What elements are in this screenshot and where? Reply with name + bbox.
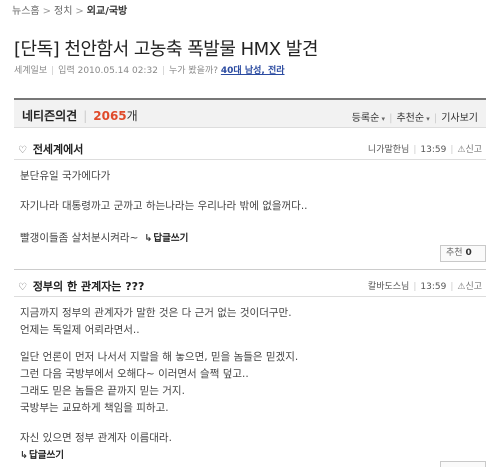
article-meta: 세계일보 | 입력 2010.05.14 02:32 | 누가 봤을까? 40대 남성,… bbox=[14, 66, 285, 76]
comment-time: 13:59 bbox=[420, 145, 447, 155]
reply-link[interactable]: ↳답글쓰기 bbox=[20, 450, 64, 461]
comment-line: 그런 다음 국방부에서 오해다~ 이러면서 슬쩍 덮고.. bbox=[20, 368, 249, 380]
article-title: [단독] 천안함서 고농축 폭발물 HMX 발견 bbox=[14, 39, 318, 60]
recommend-count: 0 bbox=[465, 248, 472, 258]
sort-by-date[interactable]: 등록순 ▾ bbox=[352, 113, 385, 124]
comment-header: ♡ 정부의 한 관계자는 ??? 칼바도스님 | 13:59 | ⚠신고 bbox=[14, 273, 486, 297]
readers-link[interactable]: 40대 남성, 전라 bbox=[221, 66, 285, 76]
comment-line: 일단 언론이 먼저 나서서 지랄을 해 놓으면, 믿을 놈들은 믿겠지. bbox=[20, 351, 299, 363]
comments-count: 2065 bbox=[93, 109, 127, 123]
comment-title: ♡ 전세계에서 bbox=[18, 143, 84, 156]
comment-line: 그래도 믿은 놈들은 끝까지 믿는 거지. bbox=[20, 385, 185, 397]
comment-header: ♡ 전세계에서 니가말한님 | 13:59 | ⚠신고 bbox=[14, 136, 486, 160]
comment-line: 분단유일 국가에다가 bbox=[20, 170, 111, 182]
speech-bubble-icon: ♡ bbox=[18, 145, 27, 156]
comment-item: ♡ 전세계에서 니가말한님 | 13:59 | ⚠신고 분단유일 국가에다가 자기나라 … bbox=[14, 136, 486, 278]
article-published: 입력 2010.05.14 02:32 bbox=[58, 66, 158, 76]
comment-line: 빨갱이들좀 살처분시켜라~ ↳답글쓰기 bbox=[20, 232, 189, 244]
comment-line: 자신 있으면 정부 관계자 이름대라. bbox=[20, 432, 172, 444]
comment-meta: 칼바도스님 | 13:59 | ⚠신고 bbox=[367, 282, 482, 292]
comment-line: 언제는 독일제 어뢰라면서.. bbox=[20, 324, 140, 336]
comments-header: 네티즌의견 | 2065개 등록순 ▾ | 추천순 ▾ | 기사보기 bbox=[14, 98, 486, 128]
reply-link[interactable]: ↳답글쓰기 bbox=[144, 233, 188, 244]
comment-line: 지금까지 정부의 관계자가 말한 것은 다 근거 없는 것이더구만. bbox=[20, 307, 292, 319]
reply-arrow-icon: ↳ bbox=[144, 233, 153, 244]
caret-down-icon: ▾ bbox=[424, 115, 430, 123]
breadcrumb-current[interactable]: 외교/국방 bbox=[87, 6, 127, 17]
recommend-button[interactable]: 추천 0 bbox=[440, 245, 486, 262]
comment-body: 지금까지 정부의 관계자가 말한 것은 다 근거 없는 것이더구만. 언제는 독… bbox=[14, 297, 486, 467]
comment-line: 국방부는 교묘하게 책임을 피하고. bbox=[20, 402, 169, 414]
sort-controls: 등록순 ▾ | 추천순 ▾ | 기사보기 bbox=[351, 113, 478, 124]
view-article-button[interactable]: 기사보기 bbox=[441, 113, 478, 124]
comments-title-group: 네티즌의견 | 2065개 bbox=[22, 109, 138, 123]
reply-arrow-icon: ↳ bbox=[20, 450, 28, 461]
comment-author[interactable]: 니가말한님 bbox=[368, 145, 409, 155]
sort-by-recommend[interactable]: 추천순 ▾ bbox=[396, 113, 429, 124]
comment-body: 분단유일 국가에다가 자기나라 대통령까고 군까고 하는나라는 우리나라 밖에 … bbox=[14, 160, 486, 278]
comment-meta: 니가말한님 | 13:59 | ⚠신고 bbox=[367, 145, 482, 155]
comment-time: 13:59 bbox=[420, 282, 447, 292]
readers-label: 누가 봤을까? bbox=[168, 66, 219, 76]
report-button[interactable]: ⚠신고 bbox=[457, 145, 482, 155]
comment-author[interactable]: 칼바도스님 bbox=[368, 282, 409, 292]
speech-bubble-icon: ♡ bbox=[18, 282, 27, 293]
recommend-button[interactable] bbox=[440, 461, 486, 467]
breadcrumb-home[interactable]: 뉴스홈 bbox=[12, 6, 40, 17]
comments-title: 네티즌의견 bbox=[22, 109, 78, 123]
comment-divider bbox=[14, 269, 486, 270]
comments-count-unit: 개 bbox=[126, 109, 138, 123]
comment-line: 자기나라 대통령까고 군까고 하는나라는 우리나라 밖에 없을꺼다.. bbox=[20, 200, 308, 212]
reply-row: ↳답글쓰기 bbox=[20, 447, 64, 461]
breadcrumb-section[interactable]: 정치 bbox=[54, 6, 72, 17]
article-source: 세계일보 bbox=[14, 66, 48, 76]
breadcrumb: 뉴스홈 > 정치 > 외교/국방 bbox=[12, 6, 128, 17]
comment-title: ♡ 정부의 한 관계자는 ??? bbox=[18, 280, 145, 293]
comment-item: ♡ 정부의 한 관계자는 ??? 칼바도스님 | 13:59 | ⚠신고 지금까지 정부… bbox=[14, 273, 486, 467]
caret-down-icon: ▾ bbox=[379, 115, 386, 123]
report-button[interactable]: ⚠신고 bbox=[457, 282, 482, 292]
